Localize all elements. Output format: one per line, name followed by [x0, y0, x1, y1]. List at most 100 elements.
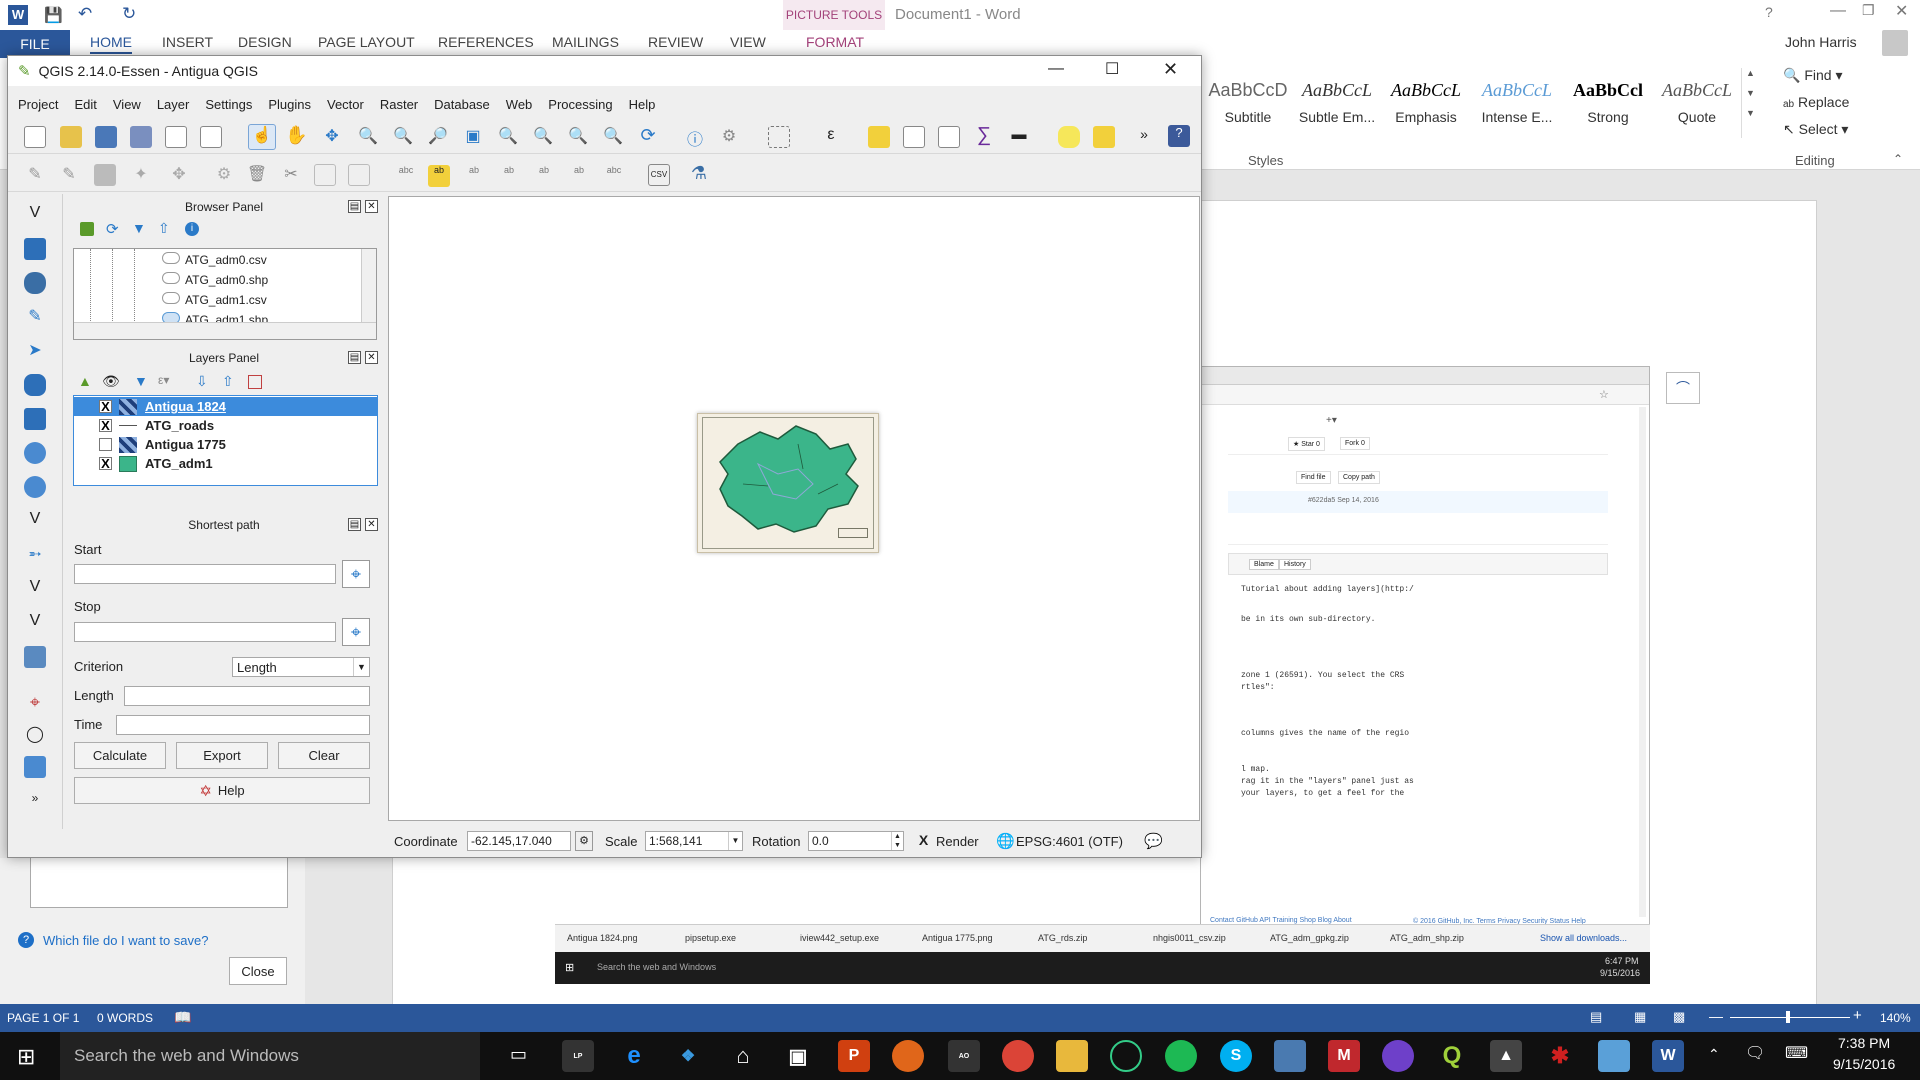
zoom-slider-thumb[interactable]: [1786, 1011, 1790, 1023]
save-as-icon[interactable]: [130, 126, 152, 148]
more-tools-icon[interactable]: »: [1133, 126, 1155, 148]
remove-layer-icon[interactable]: [248, 375, 262, 389]
vertical-scrollbar[interactable]: [361, 249, 376, 322]
globe-icon[interactable]: 🌐: [996, 832, 1015, 850]
filter-expression-icon[interactable]: ε▾: [158, 373, 169, 387]
download-item[interactable]: ATG_adm_shp.zip: [1390, 933, 1464, 943]
rotate-label-icon[interactable]: ab: [568, 165, 590, 187]
store-icon[interactable]: ▣: [782, 1040, 814, 1072]
show-hide-label-icon[interactable]: ab: [498, 165, 520, 187]
file-tab[interactable]: FILE: [0, 30, 70, 58]
download-item[interactable]: Antigua 1824.png: [567, 933, 638, 943]
antigua-map-image[interactable]: [697, 413, 879, 553]
select-features-icon[interactable]: [768, 126, 790, 148]
toggle-extents-icon[interactable]: ⚙: [575, 831, 593, 851]
menu-plugins[interactable]: Plugins: [268, 97, 311, 112]
taskbar-clock-date[interactable]: 9/15/2016: [1833, 1056, 1895, 1072]
crosshair-icon[interactable]: ⌖: [24, 692, 46, 714]
messages-icon[interactable]: 💬: [1144, 832, 1163, 850]
toggle-editing-icon[interactable]: ✎: [58, 164, 80, 186]
identify-icon[interactable]: ⓘ: [684, 126, 706, 149]
keyboard-icon[interactable]: ⌨: [1785, 1043, 1808, 1063]
copy-features-icon[interactable]: [314, 164, 336, 186]
time-field[interactable]: [116, 715, 370, 735]
zoom-level[interactable]: 140%: [1880, 1011, 1911, 1025]
pan-to-selection-icon[interactable]: ✥: [321, 126, 343, 148]
add-wfs-layer-icon[interactable]: V: [24, 510, 46, 532]
add-raster-layer-icon[interactable]: [24, 238, 46, 260]
add-feature-icon[interactable]: ✦: [130, 164, 152, 186]
download-item[interactable]: pipsetup.exe: [685, 933, 736, 943]
expand-all-icon[interactable]: ⇩: [196, 373, 208, 390]
menu-settings[interactable]: Settings: [205, 97, 252, 112]
styles-scroll[interactable]: ▲ ▼ ▼: [1741, 68, 1757, 138]
zoom-native-icon[interactable]: 🔎: [427, 126, 449, 148]
tab-review[interactable]: REVIEW: [648, 34, 703, 50]
layer-row-antigua-1824[interactable]: X Antigua 1824: [74, 397, 377, 416]
spotify-icon[interactable]: [1165, 1040, 1197, 1072]
browser-tree[interactable]: ATG_adm0.csv ATG_adm0.shp ATG_adm1.csv A…: [73, 248, 377, 340]
coordinate-field[interactable]: -62.145,17.040: [467, 831, 571, 851]
add-mssql-layer-icon[interactable]: ➤: [24, 340, 46, 362]
minimize-icon[interactable]: —: [1830, 2, 1846, 20]
fork-button[interactable]: Fork 0: [1340, 437, 1370, 450]
list-item[interactable]: ATG_adm0.csv: [162, 252, 267, 267]
add-spatialite-layer-icon[interactable]: ✎: [24, 306, 46, 328]
close-panel-icon[interactable]: ✕: [365, 518, 378, 531]
length-field[interactable]: [124, 686, 370, 706]
help-icon[interactable]: ?: [1765, 4, 1773, 20]
save-edits-icon[interactable]: [94, 164, 116, 186]
web-layout-icon[interactable]: ▩: [1673, 1009, 1685, 1025]
collapse-all-icon[interactable]: ⇧: [222, 373, 234, 390]
menu-vector[interactable]: Vector: [327, 97, 364, 112]
visibility-icon[interactable]: 👁: [102, 373, 120, 390]
bookmark-icon[interactable]: [1093, 126, 1115, 148]
style-subtitle[interactable]: AaBbCcD Subtitle: [1205, 80, 1291, 125]
new-gpx-icon[interactable]: [24, 646, 46, 668]
chrome-icon[interactable]: [1002, 1040, 1034, 1072]
layers-tree[interactable]: X Antigua 1824 X ATG_roads Antigua 1775 …: [73, 395, 378, 486]
print-layout-icon[interactable]: ▦: [1634, 1009, 1646, 1025]
more-layer-tools-icon[interactable]: »: [24, 791, 46, 813]
scale-field[interactable]: 1:568,141 ▼: [645, 831, 743, 851]
pan-icon[interactable]: ✋: [285, 125, 307, 147]
zoom-next-icon[interactable]: 🔍: [602, 126, 624, 148]
app-icon[interactable]: [1110, 1040, 1142, 1072]
pin-label-icon[interactable]: ab: [463, 165, 485, 187]
info-icon[interactable]: i: [185, 222, 199, 236]
action-icon[interactable]: ⚙: [718, 126, 740, 148]
zoom-full-icon[interactable]: ▣: [462, 126, 484, 148]
add-oracle-layer-icon[interactable]: [24, 374, 46, 396]
layer-row-atg-roads[interactable]: X ATG_roads: [74, 416, 377, 435]
app-icon[interactable]: [1598, 1040, 1630, 1072]
file-explorer-icon[interactable]: [1056, 1040, 1088, 1072]
start-field[interactable]: [74, 564, 336, 584]
download-item[interactable]: nhgis0011_csv.zip: [1153, 933, 1226, 943]
restore-icon[interactable]: ❐: [1862, 2, 1875, 19]
new-spatialite-icon[interactable]: V: [24, 612, 46, 634]
measure-icon[interactable]: ▬: [1008, 126, 1030, 148]
add-wms-layer-icon[interactable]: [24, 442, 46, 464]
deselect-icon[interactable]: [868, 126, 890, 148]
tab-format[interactable]: FORMAT: [806, 34, 864, 50]
user-name[interactable]: John Harris: [1785, 34, 1857, 50]
csv-icon[interactable]: CSV: [648, 164, 670, 186]
collapse-ribbon-icon[interactable]: ⌃: [1893, 152, 1903, 166]
download-item[interactable]: ATG_adm_gpkg.zip: [1270, 933, 1349, 943]
statistics-icon[interactable]: ∑: [973, 124, 995, 146]
tab-design[interactable]: DESIGN: [238, 34, 292, 50]
map-canvas[interactable]: [388, 196, 1200, 821]
capture-start-point-icon[interactable]: ⌖: [342, 560, 370, 588]
georeferencer-icon[interactable]: [24, 756, 46, 778]
horizontal-scrollbar[interactable]: [74, 322, 376, 339]
rotation-field[interactable]: 0.0 ▲ ▼: [808, 831, 904, 851]
select-by-expression-icon[interactable]: ε: [820, 126, 842, 148]
avatar[interactable]: [1882, 30, 1908, 56]
layer-checkbox[interactable]: X: [99, 419, 112, 432]
map-tips-icon[interactable]: [1058, 126, 1080, 148]
tab-home[interactable]: HOME: [90, 34, 132, 54]
menu-processing[interactable]: Processing: [548, 97, 612, 112]
zoom-out-icon[interactable]: 🔍: [392, 126, 414, 148]
crs-label[interactable]: EPSG:4601 (OTF): [1016, 834, 1123, 849]
zoom-out-icon[interactable]: —: [1709, 1008, 1723, 1024]
